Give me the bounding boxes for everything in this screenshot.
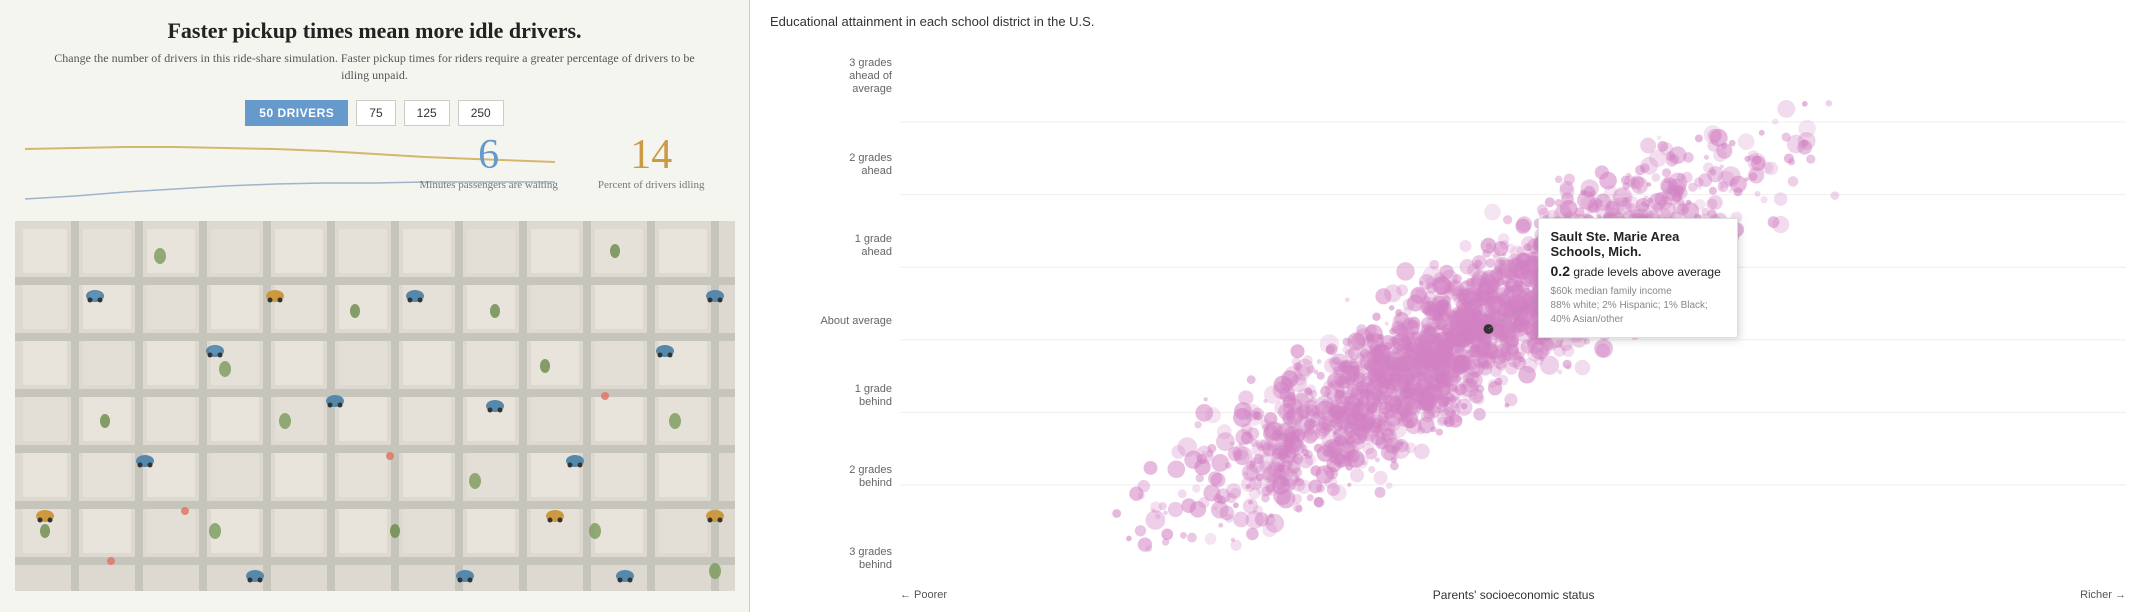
x-axis-center: Parents' socioeconomic status (1433, 588, 1595, 602)
stat-idle-num: 14 (598, 134, 705, 176)
map-area: blocks generated below via JS (15, 221, 735, 591)
left-header: Faster pickup times mean more idle drive… (0, 0, 749, 90)
car-icon (456, 570, 474, 583)
stat-idle-label: Percent of drivers idling (598, 178, 705, 192)
stat-minutes-label: Minutes passengers are waiting (419, 178, 557, 192)
btn-50-drivers[interactable]: 50 DRIVERS (245, 100, 348, 126)
y-axis-labels: 3 gradesahead ofaverage 2 gradesahead 1 … (770, 37, 900, 602)
tooltip-grade: 0.2 grade levels above average (1551, 263, 1725, 279)
y-label-1-behind: 1 gradebehind (770, 383, 892, 409)
stat-minutes-num: 6 (419, 134, 557, 176)
city-map-svg: blocks generated below via JS (15, 221, 735, 591)
passenger-car-icon (706, 510, 724, 523)
driver-buttons: 50 DRIVERS 75 125 250 (245, 100, 503, 126)
passenger-car-icon (36, 510, 54, 523)
x-axis-right: Richer → (2080, 589, 2126, 601)
car-icon (136, 455, 154, 468)
stat-idle: 14 Percent of drivers idling (598, 134, 705, 192)
tooltip-grade-text: grade levels above average (1573, 265, 1720, 279)
left-title: Faster pickup times mean more idle drive… (40, 18, 709, 44)
tooltip-title: Sault Ste. Marie Area Schools, Mich. (1551, 229, 1725, 259)
y-label-average: About average (770, 315, 892, 328)
highlighted-dot[interactable] (1484, 324, 1494, 334)
car-icon (246, 570, 264, 583)
tooltip-grade-num: 0.2 (1551, 263, 1570, 279)
car-icon (406, 290, 424, 303)
y-label-3-ahead: 3 gradesahead ofaverage (770, 57, 892, 97)
chart-area: 6 Minutes passengers are waiting 14 Perc… (15, 134, 735, 219)
car-icon (656, 345, 674, 358)
tooltip-detail1: $60k median family income (1551, 285, 1725, 299)
stat-minutes: 6 Minutes passengers are waiting (419, 134, 557, 192)
car-icon (326, 395, 344, 408)
left-panel: Faster pickup times mean more idle drive… (0, 0, 750, 612)
btn-75-drivers[interactable]: 75 (356, 100, 395, 126)
tooltip-detail2: 88% white; 2% Hispanic; 1% Black; 40% As… (1551, 299, 1725, 327)
right-title: Educational attainment in each school di… (770, 14, 2126, 29)
btn-250-drivers[interactable]: 250 (458, 100, 504, 126)
tooltip-box: Sault Ste. Marie Area Schools, Mich. 0.2… (1538, 218, 1738, 338)
passenger-car-icon (266, 290, 284, 303)
right-panel: Educational attainment in each school di… (750, 0, 2146, 612)
left-subtitle: Change the number of drivers in this rid… (40, 50, 709, 84)
car-icon (616, 570, 634, 583)
y-label-2-ahead: 2 gradesahead (770, 152, 892, 178)
scatter-plot-svg (900, 37, 2126, 572)
y-label-3-behind: 3 gradesbehind (770, 546, 892, 572)
car-icon (86, 290, 104, 303)
btn-125-drivers[interactable]: 125 (404, 100, 450, 126)
y-label-2-behind: 2 gradesbehind (770, 464, 892, 490)
car-icon (566, 455, 584, 468)
car-icon (706, 290, 724, 303)
passenger-car-icon (546, 510, 564, 523)
y-label-1-ahead: 1 gradeahead (770, 233, 892, 259)
x-axis-left: ← Poorer (900, 589, 947, 601)
car-icon (206, 345, 224, 358)
car-icon (486, 400, 504, 413)
